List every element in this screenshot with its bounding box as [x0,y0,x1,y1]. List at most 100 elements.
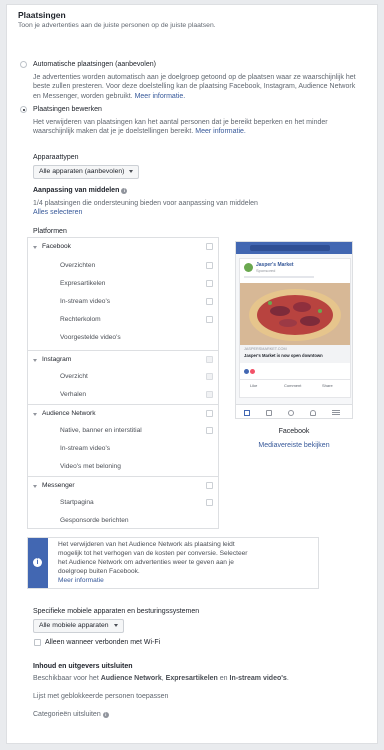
section-title: Plaatsingen [18,10,66,20]
instagram-checkbox[interactable] [206,356,213,363]
placement-label: Overzicht [60,373,88,380]
placement-row[interactable]: Verhalen [28,386,218,404]
news-feed-icon [244,410,250,416]
placement-checkbox[interactable] [206,298,213,305]
edit-desc-line1: Het verwijderen van plaatsingen kan het … [33,119,328,126]
exclude-desc-prefix: Beschikbaar voor het [33,675,101,682]
messenger-checkbox[interactable] [206,482,213,489]
platform-group-facebook[interactable]: Facebook [28,238,218,256]
platforms-list: Facebook Overzichten Expresartikelen In-… [27,237,219,529]
preview-tabbar [236,404,352,418]
placement-row[interactable]: Gesponsorde berichten [28,512,218,530]
edit-placements-radio[interactable] [20,106,27,113]
post-actions: Like Comment Share [240,379,350,391]
info-icon[interactable]: i [102,712,109,718]
facebook-checkbox[interactable] [206,243,213,250]
placement-row[interactable]: Video's met beloning [28,458,218,476]
reactions-row [244,369,256,374]
device-types-value: Alle apparaten (aanbevolen) [39,168,125,175]
share-button[interactable]: Share [322,383,333,388]
exclude-label: Inhoud en uitgevers uitsluiten [33,663,133,670]
chevron-down-icon [129,169,134,173]
placement-label: Overzichten [60,262,96,269]
exclude-desc-sep: en [217,675,230,682]
cta-strip[interactable]: JASPERSMARKET.COM Jasper's Market is now… [240,345,350,363]
block-list-link[interactable]: Lijst met geblokkeerde personen toepasse… [33,692,168,701]
placement-row[interactable]: Voorgestelde video's [28,329,218,347]
placement-label: Voorgestelde video's [60,334,121,341]
notice-line: mogelijk tot het verhogen van de kosten … [58,549,248,557]
placement-checkbox[interactable] [206,262,213,269]
platform-group-label: Facebook [42,243,71,250]
edit-placements-label[interactable]: Plaatsingen bewerken [33,105,102,114]
placement-row[interactable]: In-stream video's [28,293,218,311]
exclude-desc-instream: In-stream video's [229,675,287,682]
marketplace-icon [266,410,272,416]
notice-bar: i [28,538,48,588]
select-all-link[interactable]: Alles selecteren [33,208,82,217]
placement-row[interactable]: Overzicht [28,368,218,386]
menu-icon [332,412,340,413]
cta-title: Jasper's Market is now open downtown [244,353,323,358]
auto-desc-line3: en Messenger, worden gebruikt. [33,92,133,100]
placement-row[interactable]: Rechterkolom [28,311,218,329]
mobile-devices-label: Specifieke mobiele apparaten en besturin… [33,608,200,615]
device-types-dropdown[interactable]: Alle apparaten (aanbevolen) [33,165,140,179]
placement-checkbox[interactable] [206,373,213,380]
audience-network-checkbox[interactable] [206,410,213,417]
placement-checkbox[interactable] [206,391,213,398]
wifi-checkbox[interactable] [34,639,41,646]
notice-line: Het verwijderen van het Audience Network… [58,541,235,548]
asset-customization-label: Aanpassing van middelen i [33,186,128,195]
placement-label: Rechterkolom [60,316,101,323]
placement-row[interactable]: Startpagina [28,494,218,512]
placement-label: Native, banner en interstitial [60,427,142,434]
media-requirements-link[interactable]: Mediavereiste bekijken [235,441,353,450]
placement-label: Verhalen [60,391,87,398]
exclude-categories[interactable]: Categorieën uitsluiten i [33,710,109,719]
device-types-label: Apparaattypen [33,154,79,161]
platform-group-audience-network[interactable]: Audience Network [28,404,218,422]
section-subtitle: Toon je advertenties aan de juiste perso… [18,22,216,29]
chevron-down-icon[interactable] [33,359,37,362]
chevron-down-icon[interactable] [33,485,37,488]
chevron-down-icon[interactable] [33,413,37,416]
chevron-down-icon [113,623,118,627]
placement-label: Video's met beloning [60,463,121,470]
comment-button[interactable]: Comment [284,383,301,388]
wifi-label[interactable]: Alleen wanneer verbonden met Wi-Fi [45,638,160,647]
preview-search-icon [250,245,330,251]
notice-text: Het verwijderen van het Audience Network… [58,541,248,585]
placement-checkbox[interactable] [206,499,213,506]
platform-group-messenger[interactable]: Messenger [28,476,218,494]
placement-checkbox[interactable] [206,427,213,434]
chevron-down-icon[interactable] [33,246,37,249]
edit-more-info-link[interactable]: Meer informatie. [195,128,246,135]
auto-more-info-link[interactable]: Meer informatie. [135,93,186,100]
audience-network-notice: i Het verwijderen van het Audience Netwo… [27,537,319,589]
placement-row[interactable]: Expresartikelen [28,275,218,293]
placement-label: In-stream video's [60,298,110,305]
placement-label: Expresartikelen [60,280,106,287]
auto-placements-radio[interactable] [20,61,27,68]
placement-label: In-stream video's [60,445,110,452]
placement-row[interactable]: Native, banner en interstitial [28,422,218,440]
asset-customization-title: Aanpassing van middelen [33,187,120,194]
exclude-desc-audience-network: Audience Network [100,675,162,682]
info-icon[interactable]: i [121,188,128,194]
notice-more-info-link[interactable]: Meer informatie [58,577,248,586]
placement-label: Gesponsorde berichten [60,517,129,524]
placement-checkbox[interactable] [206,280,213,287]
like-button[interactable]: Like [250,383,257,388]
placement-checkbox[interactable] [206,316,213,323]
preview-topbar [236,242,352,254]
mobile-devices-dropdown[interactable]: Alle mobiele apparaten [33,619,124,633]
exclude-categories-label: Categorieën uitsluiten [33,711,101,718]
placement-label: Startpagina [60,499,94,506]
love-reaction-icon [250,369,256,374]
auto-placements-label[interactable]: Automatische plaatsingen (aanbevolen) [33,60,156,69]
exclude-desc-end: . [286,675,289,682]
placement-row[interactable]: Overzichten [28,257,218,275]
placement-row[interactable]: In-stream video's [28,440,218,458]
platform-group-instagram[interactable]: Instagram [28,350,218,368]
